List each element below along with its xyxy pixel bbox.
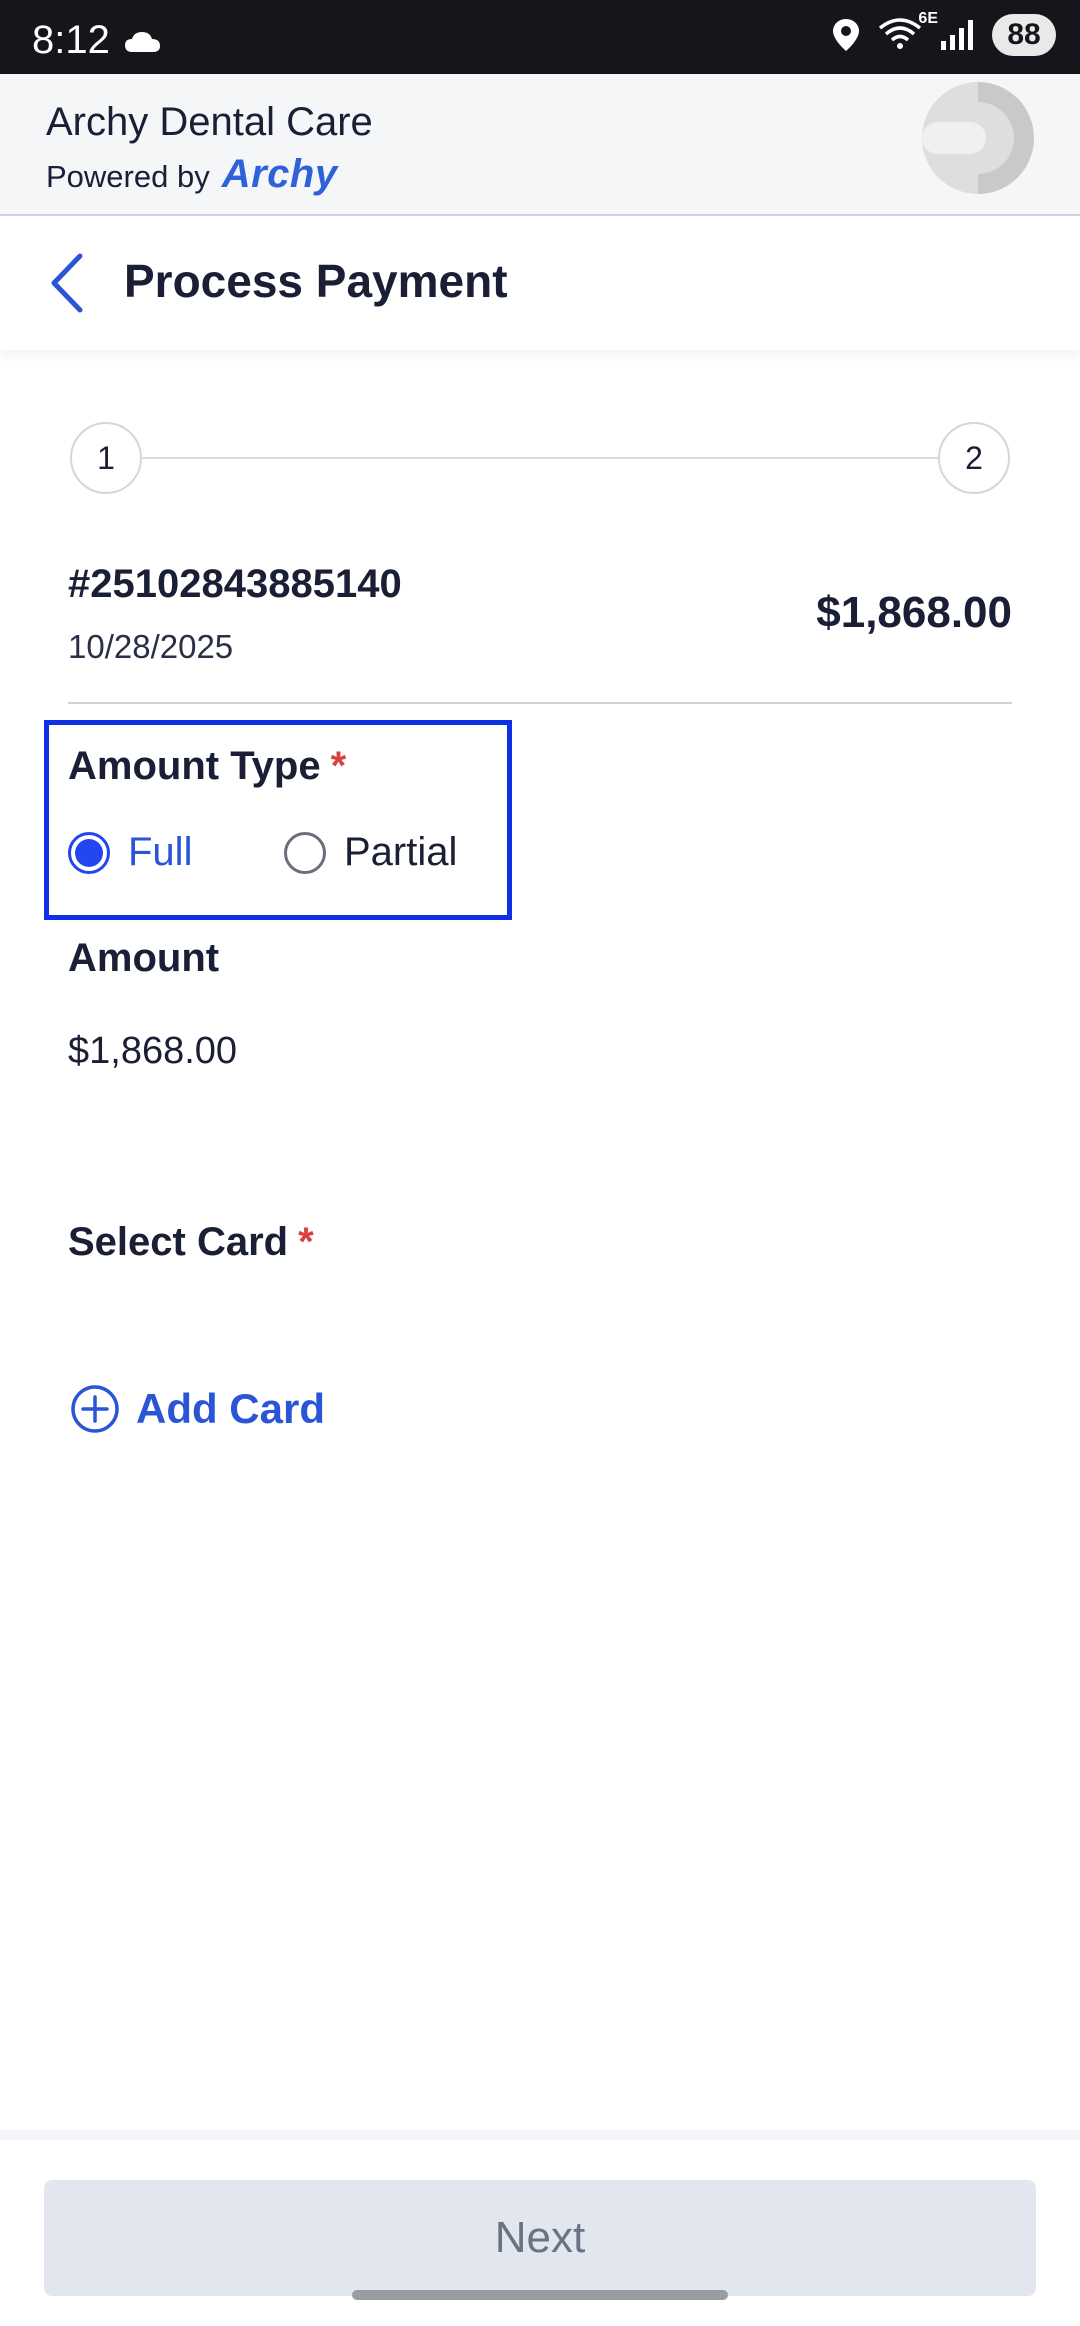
- home-indicator[interactable]: [352, 2290, 728, 2300]
- avatar[interactable]: [922, 82, 1034, 194]
- radio-partial-label: Partial: [344, 830, 458, 874]
- status-time: 8:12: [32, 18, 110, 62]
- powered-by-row: Powered by Archy: [46, 152, 338, 197]
- radio-full-control[interactable]: [68, 831, 110, 874]
- chevron-left-icon: [51, 253, 83, 313]
- add-card-label: Add Card: [136, 1385, 325, 1432]
- back-button[interactable]: [40, 250, 100, 316]
- location-icon: [833, 19, 859, 51]
- amount-value: $1,868.00: [68, 1030, 238, 1072]
- page-title: Process Payment: [124, 255, 508, 307]
- app-title: Archy Dental Care: [46, 100, 373, 144]
- app-header: Archy Dental Care Powered by Archy: [0, 74, 1080, 216]
- radio-partial-control[interactable]: [284, 831, 326, 874]
- invoice-number: #25102843885140: [68, 562, 402, 606]
- select-card-label-text: Select Card: [68, 1220, 289, 1264]
- stepper: 1 2: [70, 422, 1010, 494]
- select-card-label: Select Card *: [68, 1220, 314, 1265]
- avatar-image: [922, 82, 1034, 194]
- amount-type-label-text: Amount Type: [68, 744, 321, 788]
- required-mark: *: [298, 1220, 314, 1264]
- amount-label: Amount: [68, 936, 220, 980]
- radio-partial[interactable]: Partial: [284, 830, 457, 875]
- invoice-total: $1,868.00: [816, 588, 1012, 637]
- status-icons: 6E 88: [832, 10, 1056, 56]
- brand-logo: Archy: [221, 152, 338, 196]
- stepper-line: [142, 457, 938, 459]
- step-1: 1: [70, 422, 142, 494]
- status-bar: 8:12 6E 88: [0, 0, 1080, 74]
- amount-type-label: Amount Type *: [68, 744, 346, 789]
- radio-full-label: Full: [128, 830, 193, 874]
- powered-by-text: Powered by: [46, 159, 210, 194]
- battery-indicator: 88: [992, 14, 1056, 56]
- step-2: 2: [938, 422, 1010, 494]
- wifi-icon: 6E: [878, 10, 938, 55]
- invoice-date: 10/28/2025: [68, 628, 234, 665]
- page-header: Process Payment: [0, 216, 1080, 350]
- radio-dot: [75, 838, 103, 867]
- required-mark: *: [330, 744, 347, 788]
- signal-icon: [941, 20, 973, 50]
- next-button[interactable]: Next: [44, 2180, 1036, 2296]
- add-card-button[interactable]: Add Card: [70, 1384, 325, 1434]
- cloud-icon: [125, 32, 160, 52]
- plus-circle-icon: [71, 1385, 119, 1433]
- divider: [68, 702, 1012, 704]
- network-label: 6E: [918, 9, 938, 27]
- radio-full[interactable]: Full: [68, 830, 192, 875]
